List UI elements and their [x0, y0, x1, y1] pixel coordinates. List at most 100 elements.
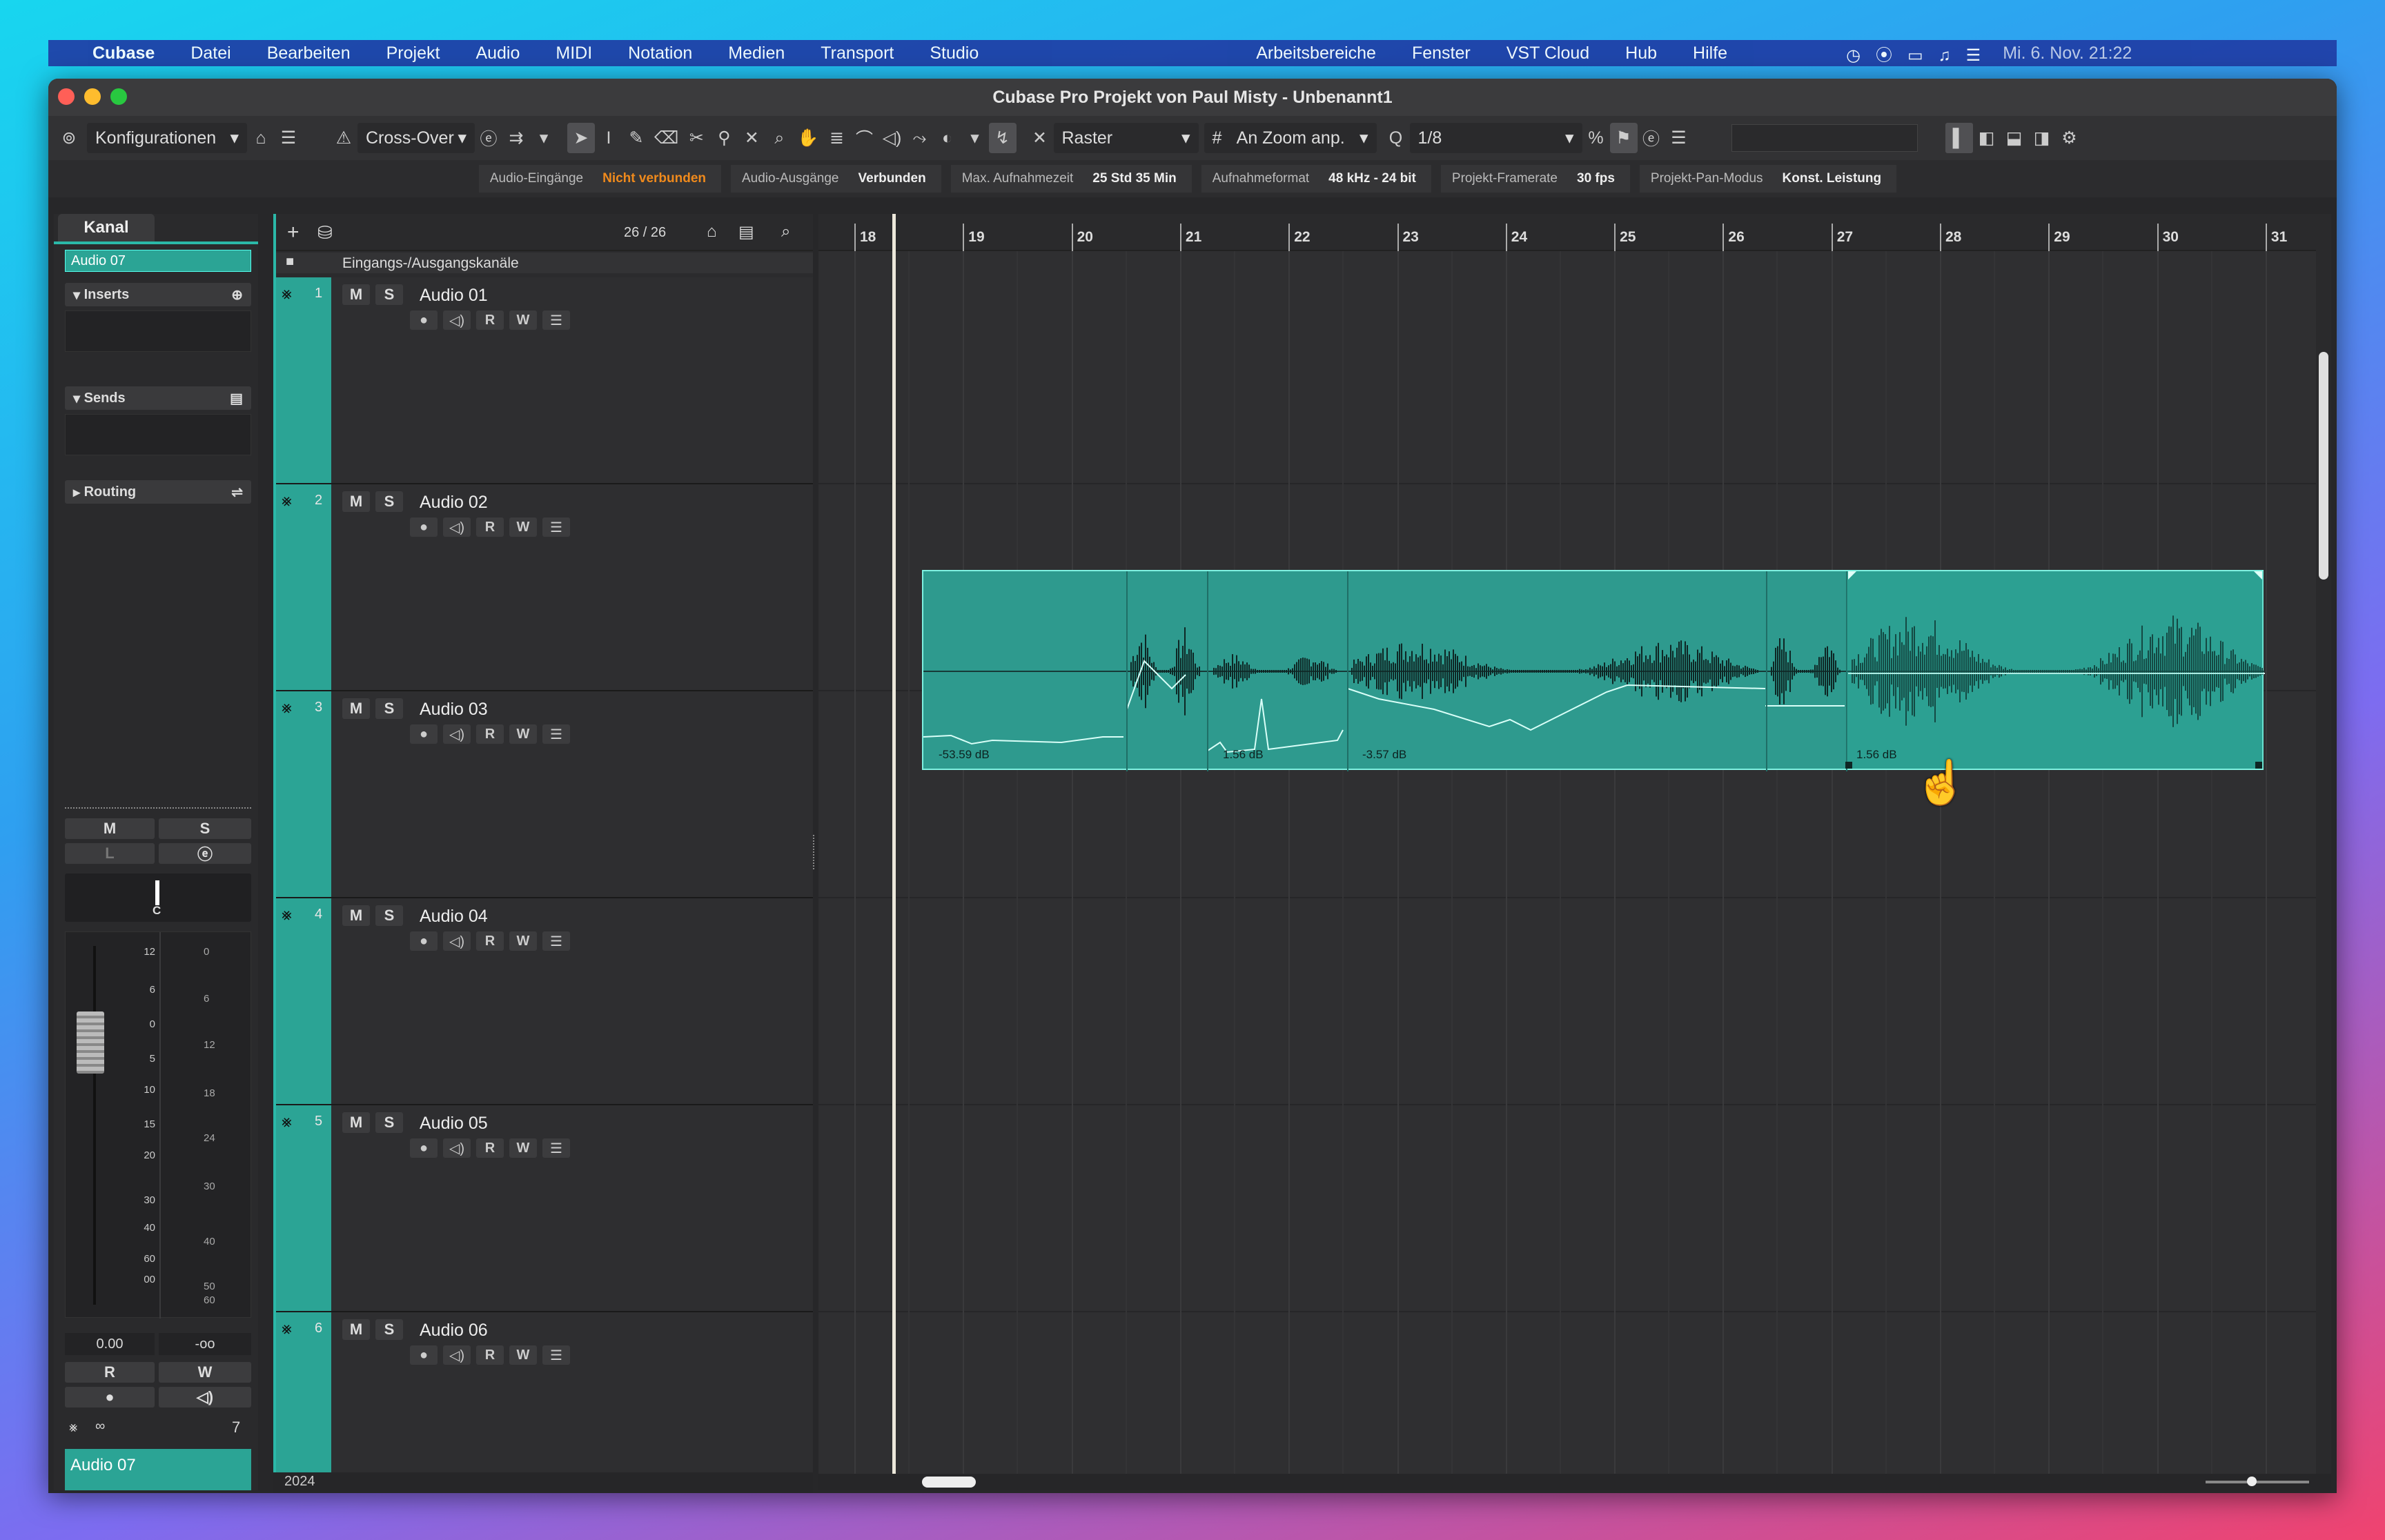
monitor-button[interactable]: ◁): [443, 724, 471, 744]
quantize-dropdown[interactable]: 1/8 ▾: [1409, 123, 1582, 153]
glue-icon[interactable]: ⚲: [710, 123, 738, 153]
read-automation-button[interactable]: R: [476, 517, 504, 537]
tab-kanal[interactable]: Kanal: [58, 214, 155, 241]
track-row[interactable]: ⨳ 4 M S Audio 04 ● ◁) R W ☰: [276, 898, 813, 1105]
track-lane[interactable]: [818, 277, 2331, 484]
monitor-button[interactable]: ◁): [443, 931, 471, 951]
lanes-button[interactable]: ☰: [542, 517, 570, 537]
range-select-icon[interactable]: I: [595, 123, 622, 153]
solo-button[interactable]: S: [375, 1319, 403, 1340]
layout-left-icon[interactable]: ▌: [1945, 123, 1973, 153]
menu-audio[interactable]: Audio: [475, 43, 520, 63]
crossover-dropdown[interactable]: Cross-Over ▾: [357, 123, 475, 153]
menu-midi[interactable]: MIDI: [556, 43, 592, 63]
chevron-down-icon[interactable]: ▾: [961, 123, 989, 153]
track-row[interactable]: ⨳ 5 M S Audio 05 ● ◁) R W ☰: [276, 1105, 813, 1312]
read-automation-button[interactable]: R: [65, 1362, 155, 1383]
mute-tool-icon[interactable]: ✕: [738, 123, 765, 153]
record-enable-button[interactable]: ●: [410, 1138, 438, 1158]
layout-right-zone-icon[interactable]: ◨: [2028, 123, 2056, 153]
quantize-apply-icon[interactable]: ⚑: [1609, 123, 1638, 153]
monitor-button[interactable]: ◁): [443, 1345, 471, 1365]
menu-vst-cloud[interactable]: VST Cloud: [1506, 43, 1589, 63]
track-name[interactable]: Audio 03: [420, 700, 488, 720]
monitor-button[interactable]: ◁): [443, 517, 471, 537]
menu-notation[interactable]: Notation: [628, 43, 692, 63]
record-enable-button[interactable]: ●: [410, 517, 438, 537]
play-tool-icon[interactable]: ◁): [879, 123, 906, 153]
lanes-button[interactable]: ☰: [542, 1345, 570, 1365]
sends-slot[interactable]: [65, 414, 251, 455]
menu-arbeitsbereiche[interactable]: Arbeitsbereiche: [1256, 43, 1376, 63]
read-automation-button[interactable]: R: [476, 1345, 504, 1365]
record-enable-button[interactable]: ●: [410, 724, 438, 744]
save-config-icon[interactable]: ⌂: [247, 123, 275, 153]
routing-section[interactable]: ▸ Routing ⇌: [65, 480, 251, 504]
zoom-icon[interactable]: [110, 88, 127, 105]
ruler[interactable]: 18 19 20 21 22 23 24 25 26 27 28 29 30 31: [818, 214, 2331, 251]
track-lane[interactable]: [818, 1105, 2331, 1312]
minimize-icon[interactable]: [84, 88, 101, 105]
lanes-button[interactable]: ☰: [542, 1138, 570, 1158]
layout-settings-icon[interactable]: ⚙: [2056, 123, 2083, 153]
record-enable-button[interactable]: ●: [410, 1345, 438, 1365]
scroll-thumb[interactable]: [922, 1477, 976, 1488]
inserts-slot[interactable]: [65, 310, 251, 352]
fade-handle-left[interactable]: [1848, 571, 1856, 580]
resize-handle[interactable]: [1845, 762, 1852, 769]
add-track-icon[interactable]: +: [287, 221, 300, 244]
mute-button[interactable]: M: [342, 905, 370, 926]
volume-fader-handle[interactable]: [77, 1011, 104, 1074]
menu-medien[interactable]: Medien: [728, 43, 785, 63]
chevron-down-icon[interactable]: ▾: [530, 123, 558, 153]
fade-handle-right[interactable]: [2254, 571, 2262, 580]
arrange-area[interactable]: 18 19 20 21 22 23 24 25 26 27 28 29 30 31: [818, 214, 2331, 1490]
solo-button[interactable]: S: [375, 905, 403, 926]
status-icons[interactable]: ◷⦿▭♫☰: [1846, 41, 1996, 66]
track-name[interactable]: Audio 05: [420, 1114, 488, 1134]
track-name[interactable]: Audio 04: [420, 907, 488, 927]
zoom-tool-icon[interactable]: ⌕: [765, 123, 793, 153]
track-row[interactable]: ⨳ 6 M S Audio 06 ● ◁) R W ☰: [276, 1312, 813, 1493]
vertical-scrollbar[interactable]: [2316, 214, 2331, 1490]
color-icon[interactable]: ◐: [934, 123, 961, 153]
insert-settings-icon[interactable]: ⊕: [231, 286, 243, 304]
folder-track[interactable]: ■ Eingangs-/Ausgangskanäle: [276, 253, 813, 273]
peak-value[interactable]: -oo: [159, 1333, 251, 1355]
track-row[interactable]: ⨳ 1 M S Audio 01 ● ◁) R W ☰: [276, 277, 813, 484]
divider-handle[interactable]: [65, 807, 251, 810]
monitor-button[interactable]: ◁): [159, 1387, 251, 1408]
layout-left-zone-icon[interactable]: ◧: [1973, 123, 2001, 153]
playhead-cursor[interactable]: [892, 214, 896, 1490]
lanes-button[interactable]: ☰: [542, 724, 570, 744]
menu-hub[interactable]: Hub: [1625, 43, 1657, 63]
routing-icon[interactable]: ⇌: [231, 484, 243, 501]
mute-button[interactable]: M: [342, 1319, 370, 1340]
iterative-quantize-icon[interactable]: %: [1582, 123, 1610, 153]
mute-button[interactable]: M: [65, 818, 155, 839]
align-icon[interactable]: ☰: [1665, 123, 1693, 153]
pan-control[interactable]: C: [65, 873, 251, 922]
tool-arrange-icon[interactable]: ⇉: [502, 123, 530, 153]
sends-section[interactable]: ▾ Sends ▤: [65, 386, 251, 410]
menu-fenster[interactable]: Fenster: [1412, 43, 1471, 63]
monitor-button[interactable]: ◁): [443, 310, 471, 330]
lanes-button[interactable]: ☰: [542, 931, 570, 951]
divider-dots[interactable]: [813, 835, 816, 869]
grid-dropdown[interactable]: # An Zoom anp. ▾: [1204, 123, 1377, 153]
channel-name[interactable]: Audio 07: [65, 250, 251, 272]
mute-button[interactable]: M: [342, 698, 370, 719]
track-name[interactable]: Audio 01: [420, 286, 488, 306]
monitor-button[interactable]: ◁): [443, 1138, 471, 1158]
volume-value[interactable]: 0.00: [65, 1333, 155, 1355]
resize-handle[interactable]: [2255, 762, 2262, 769]
konfigurationen-dropdown[interactable]: Konfigurationen ▾: [87, 123, 247, 153]
menu-app-cubase[interactable]: Cubase: [92, 43, 155, 63]
solo-button[interactable]: S: [375, 284, 403, 305]
horizontal-scrollbar[interactable]: [818, 1474, 2331, 1490]
write-automation-button[interactable]: W: [509, 1138, 537, 1158]
warp-tool-icon[interactable]: ⤳: [906, 123, 934, 153]
track-row[interactable]: ⨳ 2 M S Audio 02 ● ◁) R W ☰: [276, 484, 813, 691]
sends-settings-icon[interactable]: ▤: [230, 390, 243, 407]
read-automation-button[interactable]: R: [476, 931, 504, 951]
